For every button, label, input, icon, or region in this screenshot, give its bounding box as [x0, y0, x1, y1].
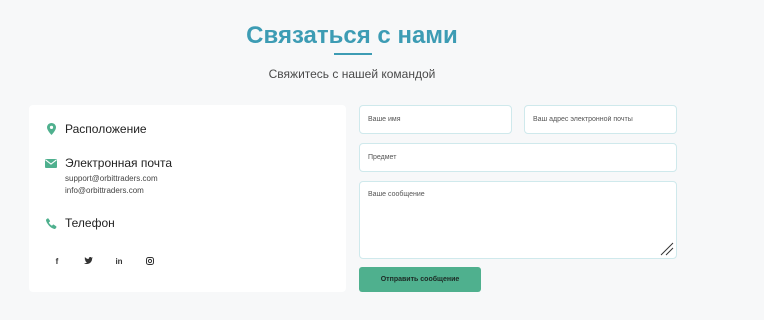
location-row: Расположение [45, 122, 147, 136]
envelope-icon [45, 156, 57, 170]
contact-info-card: Расположение Электронная почта support@o… [29, 105, 346, 292]
subject-input[interactable] [359, 143, 677, 172]
twitter-icon[interactable] [82, 255, 94, 267]
phone-icon [45, 216, 57, 230]
contact-page: Связаться с нами Свяжитесь с нашей коман… [0, 0, 764, 320]
page-subtitle: Свяжитесь с нашей командой [268, 67, 436, 81]
email-info: info@orbittraders.com [65, 186, 144, 195]
email-row: Электронная почта support@orbittraders.c… [45, 156, 172, 197]
facebook-icon[interactable]: f [51, 255, 63, 267]
instagram-icon[interactable] [144, 255, 156, 267]
map-pin-icon [45, 122, 57, 136]
linkedin-icon[interactable]: in [113, 255, 125, 267]
phone-label: Телефон [65, 216, 115, 230]
message-textarea[interactable] [359, 181, 677, 259]
name-input[interactable] [359, 105, 512, 134]
email-label: Электронная почта [65, 156, 173, 170]
title-underline [334, 53, 372, 55]
email-support: support@orbittraders.com [65, 174, 158, 183]
phone-row: Телефон [45, 216, 115, 230]
resize-grip-icon[interactable] [659, 241, 674, 256]
social-links: f in [51, 255, 156, 267]
location-label: Расположение [65, 122, 147, 136]
page-title: Связаться с нами [246, 22, 458, 49]
email-input[interactable] [524, 105, 677, 134]
submit-button[interactable]: Отправить сообщение [359, 267, 481, 292]
